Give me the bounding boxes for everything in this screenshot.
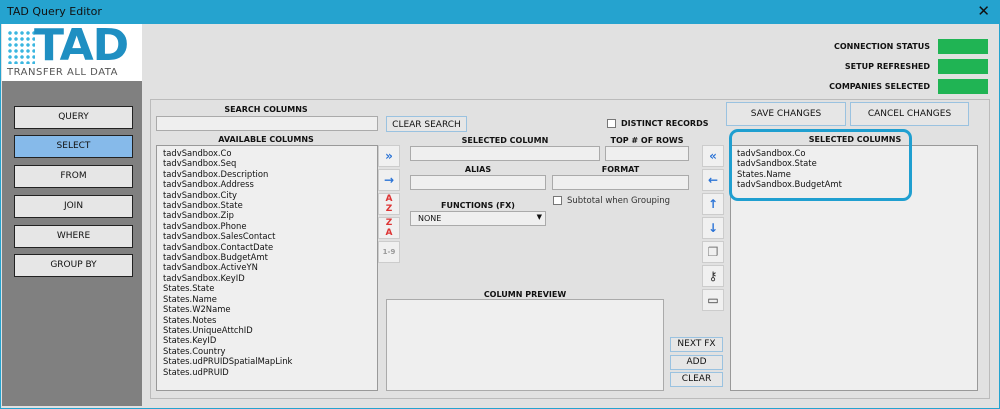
add-icon[interactable]: → <box>378 169 400 191</box>
top-rows-input[interactable] <box>605 146 689 161</box>
list-item[interactable]: tadvSandbox.BudgetAmt <box>163 252 371 262</box>
nav-group-by[interactable]: GROUP BY <box>14 254 133 277</box>
functions-dropdown[interactable]: NONE ▼ <box>410 211 546 226</box>
window-title: TAD Query Editor <box>7 5 102 18</box>
list-item[interactable]: tadvSandbox.Phone <box>163 221 371 231</box>
add-button[interactable]: ADD <box>670 355 723 370</box>
title-bar: TAD Query Editor <box>0 0 1000 23</box>
list-item[interactable]: States.W2Name <box>163 304 371 314</box>
selected-column-input[interactable] <box>410 146 600 161</box>
selected-column-label: SELECTED COLUMN <box>461 136 549 145</box>
table-icon[interactable]: ▭ <box>702 289 724 311</box>
list-item[interactable]: States.udPRUIDSpatialMapLink <box>163 356 371 366</box>
nav-join[interactable]: JOIN <box>14 195 133 218</box>
clear-button[interactable]: CLEAR <box>670 372 723 387</box>
alias-label: ALIAS <box>464 165 492 174</box>
list-item[interactable]: tadvSandbox.ActiveYN <box>163 262 371 272</box>
connection-status-indicator <box>938 38 988 54</box>
list-item[interactable]: tadvSandbox.Co <box>163 148 371 158</box>
move-down-icon[interactable]: ↓ <box>702 217 724 239</box>
nav-select[interactable]: SELECT <box>14 135 133 158</box>
remove-all-icon[interactable]: « <box>702 145 724 167</box>
list-item[interactable]: States.KeyID <box>163 335 371 345</box>
clear-search-button[interactable]: CLEAR SEARCH <box>386 116 467 132</box>
list-item[interactable]: tadvSandbox.City <box>163 190 371 200</box>
connection-status-label: CONNECTION STATUS <box>834 41 930 51</box>
nav-query[interactable]: QUERY <box>14 106 133 129</box>
add-all-icon[interactable]: » <box>378 145 400 167</box>
cancel-changes-button[interactable]: CANCEL CHANGES <box>850 102 969 126</box>
companies-selected-label: COMPANIES SELECTED <box>829 81 930 91</box>
column-preview-box <box>386 299 664 391</box>
list-item[interactable]: tadvSandbox.Description <box>163 169 371 179</box>
move-up-icon[interactable]: ↑ <box>702 193 724 215</box>
available-columns-label: AVAILABLE COLUMNS <box>218 135 314 144</box>
available-columns-list[interactable]: tadvSandbox.Co tadvSandbox.Seq tadvSandbox… <box>156 145 378 391</box>
list-item[interactable]: States.Country <box>163 346 371 356</box>
nav-where[interactable]: WHERE <box>14 225 133 248</box>
search-columns-label: SEARCH COLUMNS <box>224 105 308 114</box>
list-item[interactable]: States.udPRUID <box>163 367 371 377</box>
next-fx-button[interactable]: NEXT FX <box>670 337 723 352</box>
nav-from[interactable]: FROM <box>14 165 133 188</box>
list-item[interactable]: tadvSandbox.Address <box>163 179 371 189</box>
setup-refreshed-label: SETUP REFRESHED <box>844 61 930 71</box>
list-item[interactable]: tadvSandbox.SalesContact <box>163 231 371 241</box>
list-item[interactable]: tadvSandbox.Seq <box>163 158 371 168</box>
column-preview-label: COLUMN PREVIEW <box>483 290 567 299</box>
close-icon[interactable]: ✕ <box>977 2 990 20</box>
functions-label: FUNCTIONS (FX) <box>441 201 515 210</box>
list-item[interactable]: States.UniqueAttchID <box>163 325 371 335</box>
list-item[interactable]: tadvSandbox.State <box>163 200 371 210</box>
status-panel: CONNECTION STATUS SETUP REFRESHED COMPAN… <box>829 36 988 96</box>
setup-refreshed-indicator <box>938 58 988 74</box>
sidebar: QUERY SELECT FROM JOIN WHERE GROUP BY <box>2 81 142 406</box>
list-item[interactable]: tadvSandbox.ContactDate <box>163 242 371 252</box>
sort-numeric-icon[interactable]: 1-9 <box>378 241 400 263</box>
search-input[interactable] <box>156 116 378 131</box>
list-item[interactable]: States.Name <box>163 294 371 304</box>
copy-icon[interactable]: ❐ <box>702 241 724 263</box>
key-icon[interactable]: ⚷ <box>702 265 724 287</box>
top-rows-label: TOP # OF ROWS <box>610 136 684 145</box>
list-item[interactable]: States.Notes <box>163 315 371 325</box>
list-item[interactable]: States.State <box>163 283 371 293</box>
alias-input[interactable] <box>410 175 546 190</box>
sort-ascending-icon[interactable]: AZ <box>378 193 400 215</box>
sort-descending-icon[interactable]: ZA <box>378 217 400 239</box>
list-item[interactable]: tadvSandbox.Zip <box>163 210 371 220</box>
subtotal-checkbox[interactable]: Subtotal when Grouping <box>553 196 670 206</box>
remove-icon[interactable]: ← <box>702 169 724 191</box>
format-input[interactable] <box>552 175 689 190</box>
highlight-callout <box>729 129 912 201</box>
distinct-records-checkbox[interactable]: DISTINCT RECORDS <box>607 119 708 128</box>
format-label: FORMAT <box>601 165 640 174</box>
companies-selected-indicator <box>938 78 988 94</box>
chevron-down-icon: ▼ <box>536 213 542 221</box>
logo: TAD TRANSFER ALL DATA <box>2 20 142 81</box>
list-item[interactable]: tadvSandbox.KeyID <box>163 273 371 283</box>
save-changes-button[interactable]: SAVE CHANGES <box>726 102 846 126</box>
